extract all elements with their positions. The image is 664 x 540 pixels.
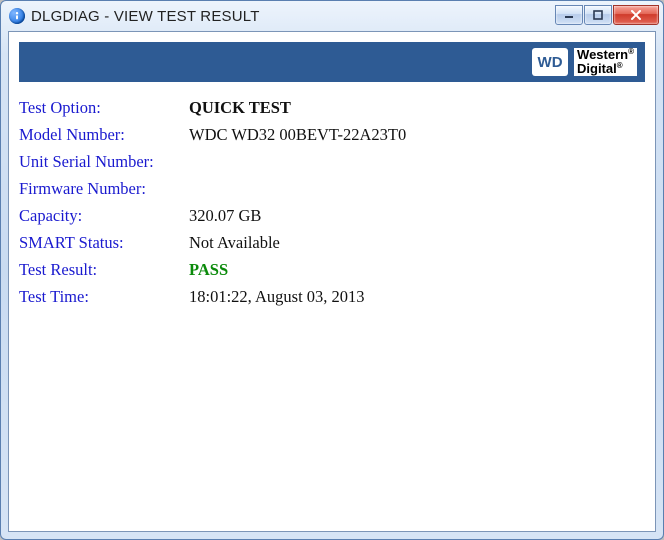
app-window: DLGDIAG - VIEW TEST RESULT WD Western Di…: [0, 0, 664, 540]
result-grid: Test Option: QUICK TEST Model Number: WD…: [19, 98, 645, 307]
info-icon: [9, 8, 25, 24]
window-title: DLGDIAG - VIEW TEST RESULT: [31, 8, 549, 25]
client-area: WD Western Digital Test Option: QUICK TE…: [8, 31, 656, 532]
brand-line-2: Digital: [577, 62, 634, 76]
value-test-option: QUICK TEST: [189, 98, 645, 118]
maximize-button[interactable]: [584, 5, 612, 25]
label-test-option: Test Option:: [19, 98, 189, 118]
titlebar: DLGDIAG - VIEW TEST RESULT: [1, 1, 663, 31]
brand-banner: WD Western Digital: [19, 42, 645, 82]
label-test-time: Test Time:: [19, 287, 189, 307]
value-capacity: 320.07 GB: [189, 206, 645, 226]
minimize-button[interactable]: [555, 5, 583, 25]
label-model-number: Model Number:: [19, 125, 189, 145]
label-firmware-number: Firmware Number:: [19, 179, 189, 199]
value-test-time: 18:01:22, August 03, 2013: [189, 287, 645, 307]
close-button[interactable]: [613, 5, 659, 25]
label-unit-serial-number: Unit Serial Number:: [19, 152, 189, 172]
value-firmware-number: [189, 179, 645, 199]
value-smart-status: Not Available: [189, 233, 645, 253]
label-test-result: Test Result:: [19, 260, 189, 280]
label-smart-status: SMART Status:: [19, 233, 189, 253]
wd-logo-text: Western Digital: [574, 48, 637, 76]
brand-line-1: Western: [577, 48, 634, 62]
label-capacity: Capacity:: [19, 206, 189, 226]
value-unit-serial-number: [189, 152, 645, 172]
window-controls: [555, 5, 659, 25]
value-model-number: WDC WD32 00BEVT-22A23T0: [189, 125, 645, 145]
value-test-result: PASS: [189, 260, 645, 280]
wd-logo-icon: WD: [532, 48, 568, 76]
